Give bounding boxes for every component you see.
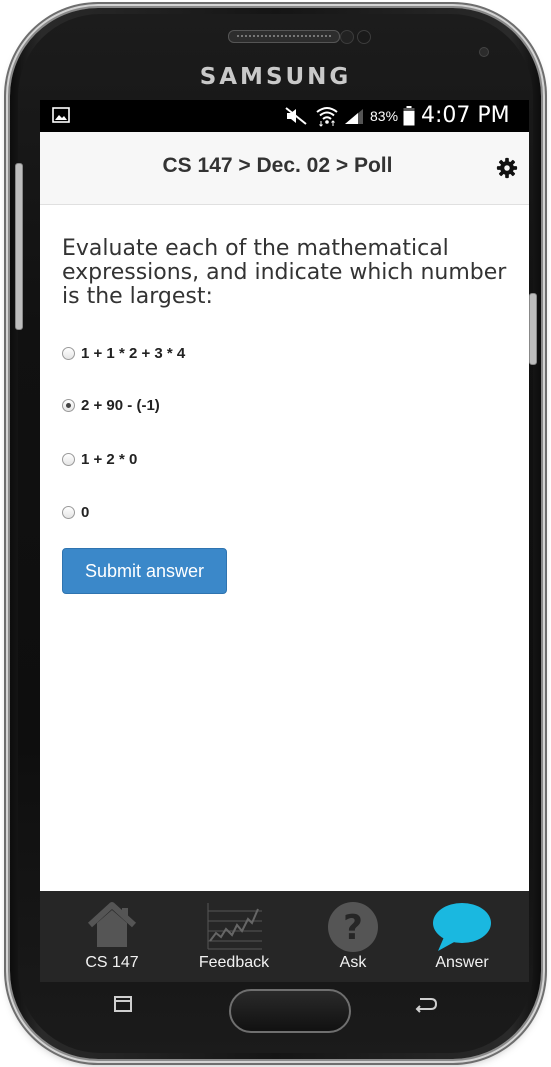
earpiece-speaker <box>228 30 340 43</box>
signal-icon <box>345 109 363 124</box>
option-label: 1 + 1 * 2 + 3 * 4 <box>81 344 186 362</box>
status-bar: 83% 4:07 PM <box>40 100 529 132</box>
recent-apps-icon[interactable] <box>113 996 133 1012</box>
gear-icon[interactable] <box>496 157 518 179</box>
chart-icon <box>207 903 262 950</box>
back-icon[interactable] <box>414 994 438 1014</box>
speaker-grill <box>237 35 331 37</box>
proximity-sensor <box>357 30 371 44</box>
front-camera <box>340 30 354 44</box>
radio-button[interactable] <box>62 346 75 360</box>
svg-text:?: ? <box>343 908 363 948</box>
bottom-tab-bar: CS 147 Feedback ? Ask Answer <box>40 891 529 982</box>
house-icon <box>87 902 137 947</box>
battery-icon <box>403 106 415 126</box>
tab-label: Feedback <box>198 954 270 971</box>
tab-label: CS 147 <box>85 954 139 971</box>
tab-answer[interactable]: Answer <box>412 891 512 982</box>
option-label: 1 + 2 * 0 <box>81 450 138 468</box>
light-sensor <box>479 47 489 57</box>
clock: 4:07 PM <box>421 103 510 128</box>
app-header: CS 147 > Dec. 02 > Poll <box>40 132 529 205</box>
screen: 83% 4:07 PM CS 147 > Dec. 02 > Poll Eval… <box>40 100 529 982</box>
poll-content: Evaluate each of the mathematical expres… <box>62 237 522 325</box>
poll-option-3[interactable]: 1 + 2 * 0 <box>62 448 137 470</box>
mute-icon <box>285 107 307 125</box>
poll-option-4[interactable]: 0 <box>62 501 89 523</box>
tab-label: Ask <box>339 954 367 971</box>
submit-answer-button[interactable]: Submit answer <box>62 548 227 594</box>
radio-button[interactable] <box>62 452 75 466</box>
speech-bubble-icon <box>433 903 491 951</box>
battery-percent: 83% <box>370 108 399 124</box>
breadcrumb-title: CS 147 > Dec. 02 > Poll <box>162 154 393 177</box>
radio-button-selected[interactable] <box>62 398 75 412</box>
home-button[interactable] <box>229 989 351 1033</box>
tab-cs147[interactable]: CS 147 <box>62 891 162 982</box>
poll-option-2[interactable]: 2 + 90 - (-1) <box>62 394 160 416</box>
gallery-icon <box>52 107 70 123</box>
wifi-icon <box>316 107 338 127</box>
tab-label: Answer <box>435 954 489 971</box>
power-button <box>529 293 537 365</box>
question-icon: ? <box>328 902 378 952</box>
brand-logo: SAMSUNG <box>199 64 352 90</box>
poll-option-1[interactable]: 1 + 1 * 2 + 3 * 4 <box>62 342 185 364</box>
tab-ask[interactable]: ? Ask <box>303 891 403 982</box>
poll-question: Evaluate each of the mathematical expres… <box>62 236 507 309</box>
option-label: 0 <box>81 503 90 521</box>
tab-feedback[interactable]: Feedback <box>184 891 284 982</box>
radio-button[interactable] <box>62 505 75 519</box>
volume-button <box>15 163 23 330</box>
option-label: 2 + 90 - (-1) <box>81 396 160 414</box>
